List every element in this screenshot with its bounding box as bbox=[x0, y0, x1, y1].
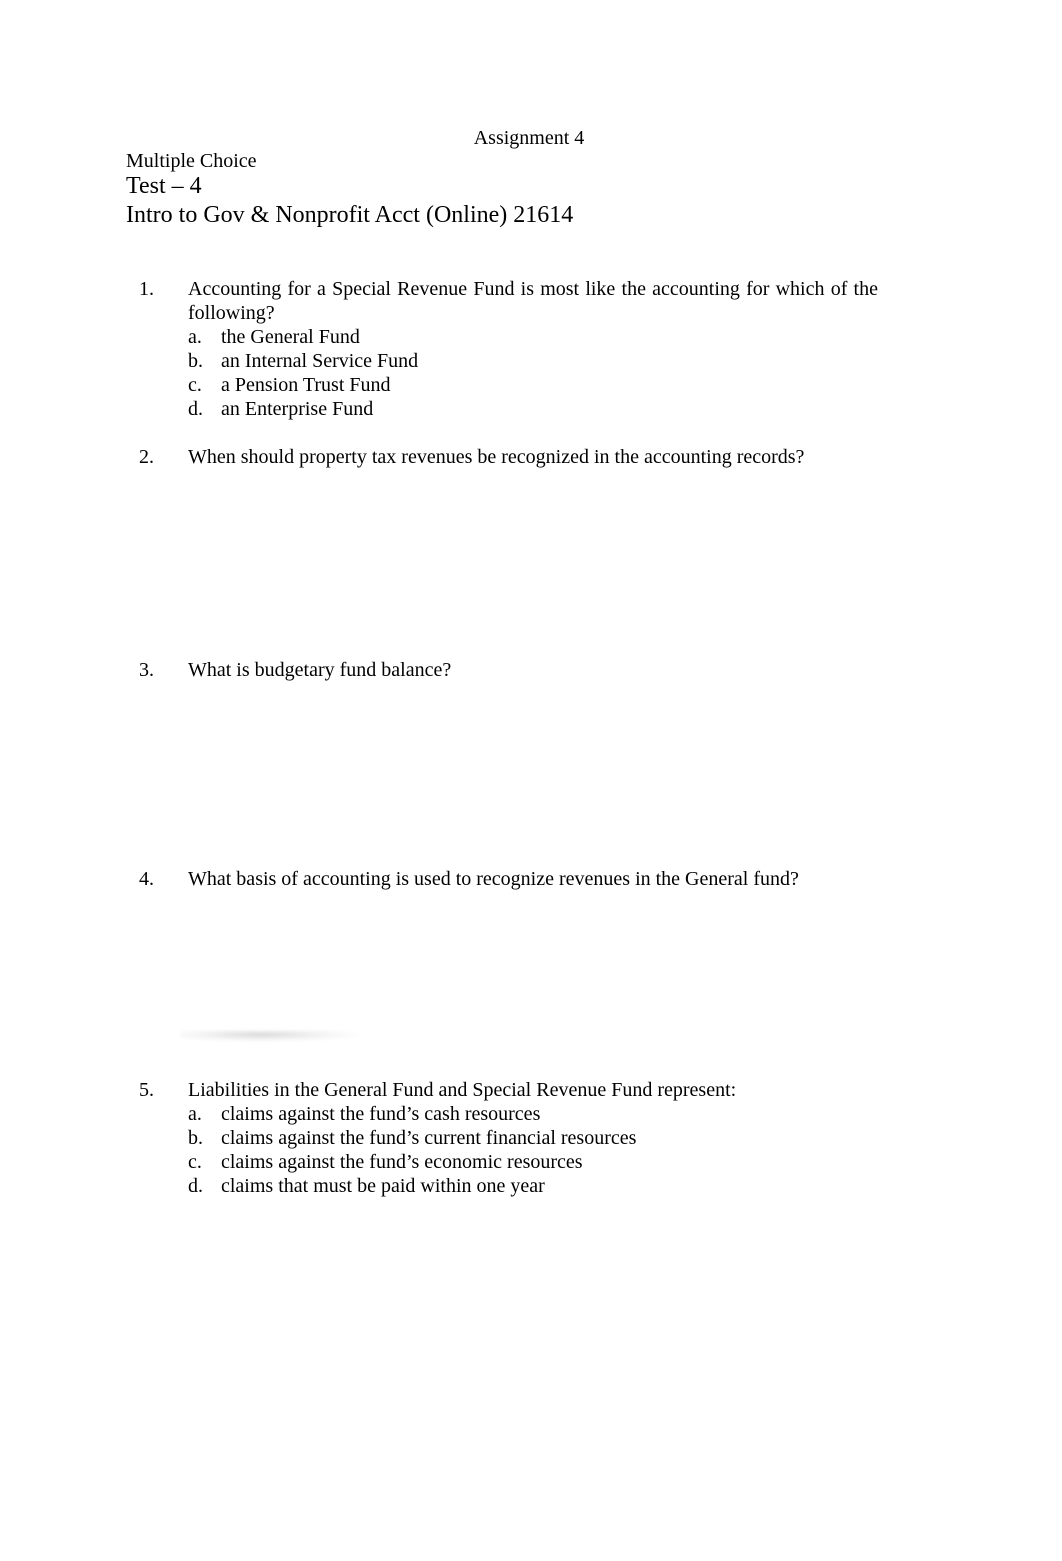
question-text: What is budgetary fund balance? bbox=[188, 659, 452, 681]
answer-option-c: c. claims against the fund’s economic re… bbox=[188, 1150, 899, 1174]
question-1: 1. Accounting for a Special Revenue Fund… bbox=[139, 277, 899, 421]
faint-smudge bbox=[180, 1030, 360, 1042]
test-label: Test – 4 bbox=[126, 173, 202, 199]
question-number: 1. bbox=[139, 278, 154, 300]
option-letter: d. bbox=[188, 398, 203, 420]
question-2: 2. When should property tax revenues be … bbox=[139, 445, 899, 469]
question-text: Accounting for a Special Revenue Fund is… bbox=[188, 278, 878, 324]
question-4: 4. What basis of accounting is used to r… bbox=[139, 867, 899, 891]
option-text: an Enterprise Fund bbox=[221, 398, 374, 420]
option-text: an Internal Service Fund bbox=[221, 350, 419, 372]
document-title: Assignment 4 bbox=[473, 127, 585, 149]
option-letter: b. bbox=[188, 1127, 203, 1149]
option-letter: c. bbox=[188, 374, 202, 396]
option-letter: b. bbox=[188, 350, 203, 372]
document-subtitle: Multiple Choice bbox=[126, 150, 257, 172]
option-letter: c. bbox=[188, 1151, 202, 1173]
question-number: 3. bbox=[139, 659, 154, 681]
answer-option-b: b. claims against the fund’s current fin… bbox=[188, 1126, 899, 1150]
answer-options: a. the General Fund b. an Internal Servi… bbox=[188, 325, 899, 421]
question-number: 2. bbox=[139, 446, 154, 468]
question-number: 5. bbox=[139, 1079, 154, 1101]
question-text: What basis of accounting is used to reco… bbox=[188, 868, 799, 890]
option-text: a Pension Trust Fund bbox=[221, 374, 391, 396]
question-3: 3. What is budgetary fund balance? bbox=[139, 658, 899, 682]
answer-option-c: c. a Pension Trust Fund bbox=[188, 373, 899, 397]
document-page: Assignment 4 Multiple Choice Test – 4 In… bbox=[0, 0, 1062, 1561]
answer-option-d: d. claims that must be paid within one y… bbox=[188, 1174, 899, 1198]
option-text: the General Fund bbox=[221, 326, 360, 348]
answer-option-a: a. claims against the fund’s cash resour… bbox=[188, 1102, 899, 1126]
option-text: claims that must be paid within one year bbox=[221, 1175, 545, 1197]
answer-option-a: a. the General Fund bbox=[188, 325, 899, 349]
option-text: claims against the fund’s current financ… bbox=[221, 1127, 637, 1149]
question-text: When should property tax revenues be rec… bbox=[188, 446, 805, 468]
question-text: Liabilities in the General Fund and Spec… bbox=[188, 1079, 737, 1101]
answer-options: a. claims against the fund’s cash resour… bbox=[188, 1102, 899, 1198]
question-number: 4. bbox=[139, 868, 154, 890]
option-text: claims against the fund’s cash resources bbox=[221, 1103, 541, 1125]
answer-option-d: d. an Enterprise Fund bbox=[188, 397, 899, 421]
option-letter: a. bbox=[188, 1103, 202, 1125]
question-5: 5. Liabilities in the General Fund and S… bbox=[139, 1078, 899, 1198]
answer-option-b: b. an Internal Service Fund bbox=[188, 349, 899, 373]
option-letter: d. bbox=[188, 1175, 203, 1197]
course-title: Intro to Gov & Nonprofit Acct (Online) 2… bbox=[126, 202, 574, 228]
option-letter: a. bbox=[188, 326, 202, 348]
option-text: claims against the fund’s economic resou… bbox=[221, 1151, 583, 1173]
